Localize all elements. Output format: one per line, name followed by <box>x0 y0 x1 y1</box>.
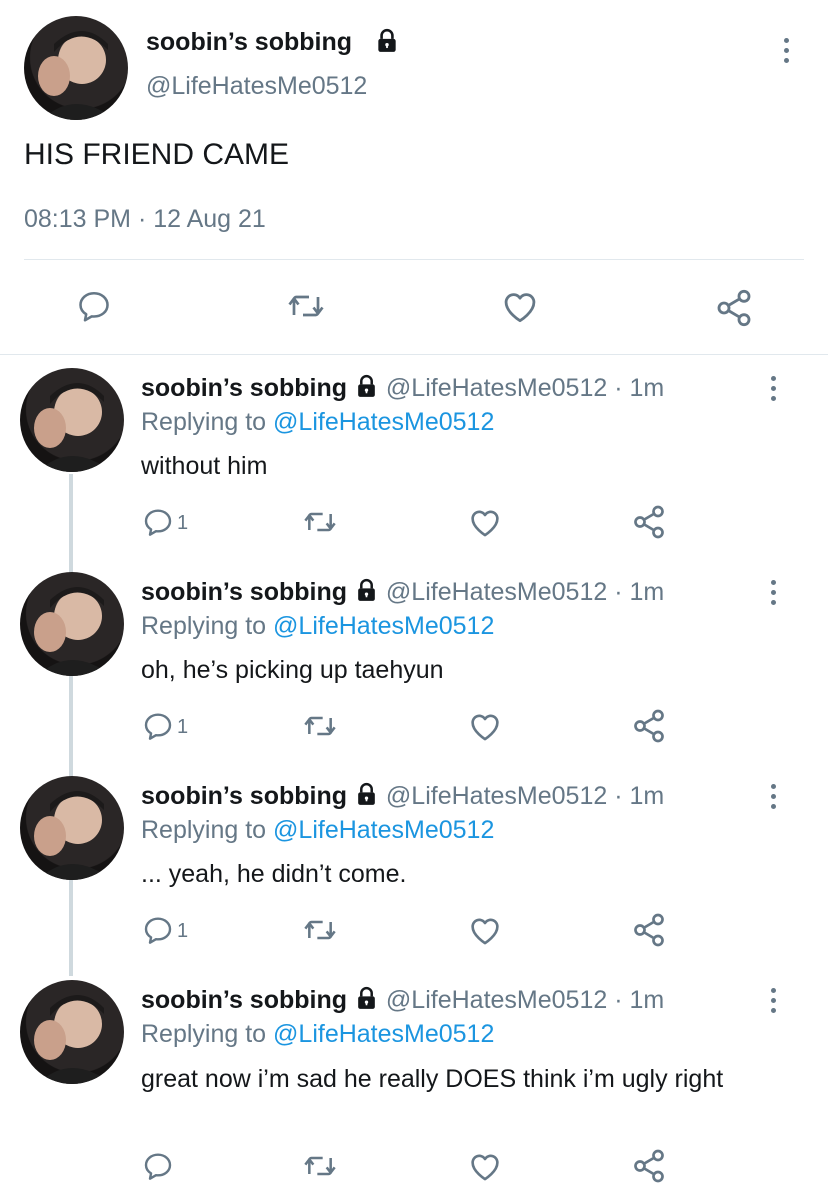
like-icon[interactable] <box>500 288 540 324</box>
like-icon[interactable] <box>467 914 503 946</box>
reply-icon[interactable] <box>142 914 174 946</box>
share-icon[interactable] <box>631 708 667 744</box>
retweet-icon[interactable] <box>302 1150 338 1182</box>
display-name[interactable]: soobin’s sobbing <box>141 578 347 606</box>
replying-handle-link[interactable]: @LifeHatesMe0512 <box>273 816 494 844</box>
reply-icon[interactable] <box>142 710 174 742</box>
retweet-icon[interactable] <box>302 506 338 538</box>
like-icon[interactable] <box>467 1150 503 1182</box>
more-icon[interactable] <box>763 376 783 406</box>
reply-count: 1 <box>177 512 189 534</box>
lock-icon <box>354 578 379 603</box>
divider <box>24 259 804 260</box>
more-icon[interactable] <box>763 784 783 814</box>
replying-handle-link[interactable]: @LifeHatesMe0512 <box>273 408 494 436</box>
more-icon[interactable] <box>763 988 783 1018</box>
more-icon[interactable] <box>763 580 783 610</box>
replying-to: Replying to @LifeHatesMe0512 <box>141 612 494 641</box>
replying-to: Replying to @LifeHatesMe0512 <box>141 1020 494 1049</box>
handle-time[interactable]: @LifeHatesMe0512 · 1m <box>386 578 664 606</box>
lock-icon <box>354 782 379 807</box>
avatar[interactable] <box>20 368 124 472</box>
replying-prefix: Replying to <box>141 1020 267 1048</box>
avatar[interactable] <box>20 776 124 880</box>
replying-to: Replying to @LifeHatesMe0512 <box>141 408 494 437</box>
reply-text: without him <box>141 452 268 480</box>
replying-prefix: Replying to <box>141 816 267 844</box>
lock-icon <box>354 986 379 1011</box>
avatar[interactable] <box>24 16 128 120</box>
reply-count: 1 <box>177 716 189 738</box>
share-icon[interactable] <box>631 912 667 948</box>
display-name[interactable]: soobin’s sobbing <box>141 782 347 810</box>
like-icon[interactable] <box>467 710 503 742</box>
avatar[interactable] <box>20 572 124 676</box>
lock-icon <box>374 28 400 54</box>
tweet-text: HIS FRIEND CAME <box>24 138 290 171</box>
reply-header: soobin’s sobbing @LifeHatesMe0512 · 1m <box>141 782 664 811</box>
handle-time[interactable]: @LifeHatesMe0512 · 1m <box>386 782 664 810</box>
replying-prefix: Replying to <box>141 612 267 640</box>
retweet-icon[interactable] <box>286 288 326 324</box>
handle-time[interactable]: @LifeHatesMe0512 · 1m <box>386 986 664 1014</box>
reply-text: great now i’m sad he really DOES think i… <box>141 1065 724 1093</box>
retweet-icon[interactable] <box>302 914 338 946</box>
replying-prefix: Replying to <box>141 408 267 436</box>
reply-icon[interactable] <box>142 506 174 538</box>
reply-count: 1 <box>177 920 189 942</box>
reply-text: ... yeah, he didn’t come. <box>141 860 407 888</box>
replying-to: Replying to @LifeHatesMe0512 <box>141 816 494 845</box>
thread-line <box>69 474 73 976</box>
share-icon[interactable] <box>631 504 667 540</box>
handle-time[interactable]: @LifeHatesMe0512 · 1m <box>386 374 664 402</box>
more-icon[interactable] <box>776 38 796 68</box>
divider <box>0 354 828 355</box>
reply-header: soobin’s sobbing @LifeHatesMe0512 · 1m <box>141 374 664 403</box>
reply-icon[interactable] <box>142 1150 174 1182</box>
lock-icon <box>354 374 379 399</box>
reply-text: oh, he’s picking up taehyun <box>141 656 444 684</box>
display-name[interactable]: soobin’s sobbing <box>141 986 347 1014</box>
display-name[interactable]: soobin’s sobbing <box>146 28 352 57</box>
timestamp: 08:13 PM · 12 Aug 21 <box>24 205 266 233</box>
reply-icon[interactable] <box>76 288 112 324</box>
reply-header: soobin’s sobbing @LifeHatesMe0512 · 1m <box>141 578 664 607</box>
avatar[interactable] <box>20 980 124 1084</box>
replying-handle-link[interactable]: @LifeHatesMe0512 <box>273 612 494 640</box>
handle[interactable]: @LifeHatesMe0512 <box>146 72 367 101</box>
replying-handle-link[interactable]: @LifeHatesMe0512 <box>273 1020 494 1048</box>
display-name[interactable]: soobin’s sobbing <box>141 374 347 402</box>
share-icon[interactable] <box>631 1148 667 1184</box>
retweet-icon[interactable] <box>302 710 338 742</box>
like-icon[interactable] <box>467 506 503 538</box>
share-icon[interactable] <box>714 288 754 328</box>
reply-header: soobin’s sobbing @LifeHatesMe0512 · 1m <box>141 986 664 1015</box>
